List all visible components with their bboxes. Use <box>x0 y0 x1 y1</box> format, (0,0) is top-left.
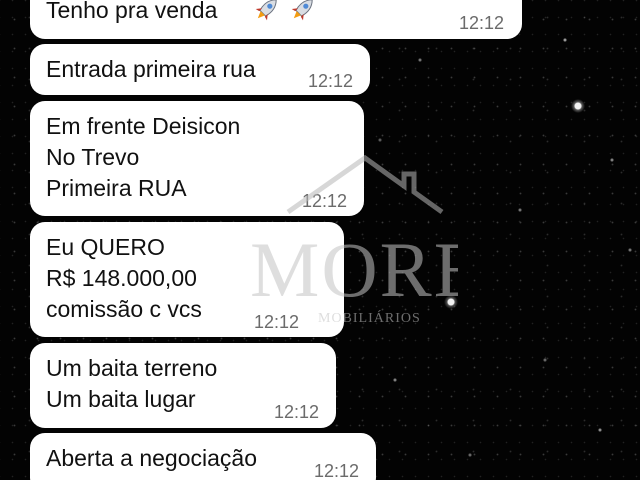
message-bubble[interactable]: Entrada primeira rua 12:12 <box>30 44 370 95</box>
message-bubble[interactable]: Um baita terreno Um baita lugar 12:12 <box>30 343 336 428</box>
message-line: Aberta a negociação <box>46 445 257 471</box>
message-line: comissão c vcs <box>46 296 202 322</box>
message-text: Entrada primeira rua <box>46 54 256 85</box>
message-line: Tenho pra venda <box>46 0 218 23</box>
message-text: Eu QUERO R$ 148.000,00 comissão c vcs <box>46 232 202 325</box>
message-bubble[interactable]: Aberta a negociação 12:12 <box>30 433 376 480</box>
message-line: R$ 148.000,00 <box>46 265 197 291</box>
message-line: Eu QUERO <box>46 234 165 260</box>
rocket-emojis <box>251 0 319 24</box>
message-bubble[interactable]: Tenho pra venda 12:12 <box>30 0 522 39</box>
message-time: 12:12 <box>254 312 300 332</box>
message-time: 12:12 <box>302 191 348 211</box>
message-line: Entrada primeira rua <box>46 56 256 82</box>
message-text: Tenho pra venda <box>46 0 217 26</box>
message-line: Um baita lugar <box>46 386 196 412</box>
message-bubble[interactable]: Em frente Deisicon No Trevo Primeira RUA… <box>30 101 364 216</box>
message-line: Primeira RUA <box>46 175 187 201</box>
rocket-icon <box>251 0 283 24</box>
message-bubble[interactable]: Eu QUERO R$ 148.000,00 comissão c vcs 12… <box>30 222 344 337</box>
rocket-icon <box>287 0 319 24</box>
message-line: Em frente Deisicon <box>46 113 241 139</box>
message-text: Aberta a negociação <box>46 443 257 474</box>
message-line: No Trevo <box>46 144 140 170</box>
message-text: Em frente Deisicon No Trevo Primeira RUA <box>46 111 240 204</box>
message-text: Um baita terreno Um baita lugar <box>46 353 217 415</box>
message-line: Um baita terreno <box>46 355 218 381</box>
message-time: 12:12 <box>274 402 320 422</box>
message-time: 12:12 <box>308 71 354 91</box>
message-time: 12:12 <box>314 461 360 480</box>
message-time: 12:12 <box>459 13 505 33</box>
